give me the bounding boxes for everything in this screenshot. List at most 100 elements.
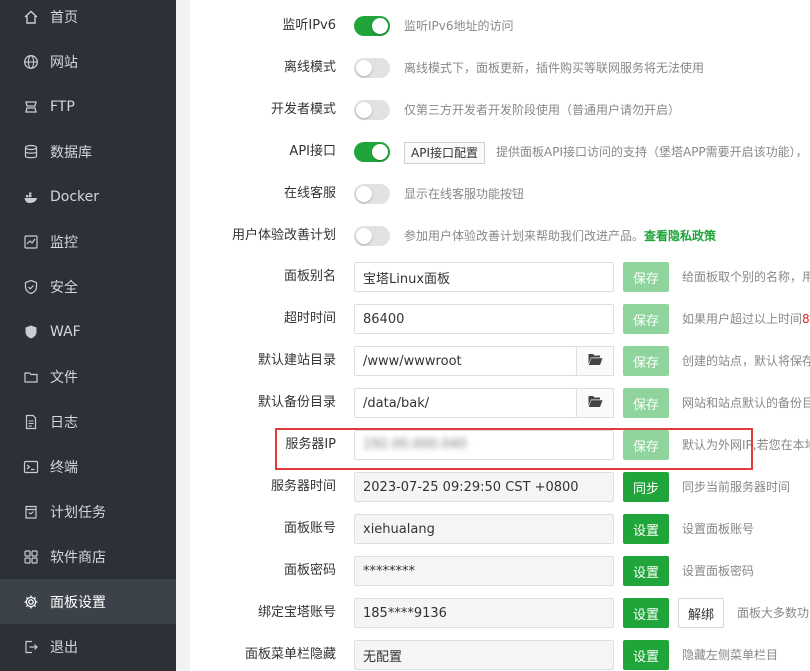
setting-row-api: API接口 API接口配置 提供面板API接口访问的支持（堡塔APP需要开启该功…: [190, 134, 810, 170]
setting-row-password: 面板密码 设置 设置面板密码: [190, 556, 810, 592]
developer-mode-toggle[interactable]: [354, 100, 390, 120]
panel-password-input[interactable]: [354, 556, 614, 586]
setting-label: 默认建站目录: [257, 353, 336, 368]
sidebar-item-label: 首页: [50, 9, 78, 26]
panel-alias-input[interactable]: [354, 262, 614, 292]
ux-plan-toggle[interactable]: [354, 226, 390, 246]
setting-label: 面板菜单栏隐藏: [244, 647, 336, 662]
setting-description: 同步当前服务器时间: [682, 480, 791, 494]
timeout-input[interactable]: [354, 304, 614, 334]
ftp-icon: [23, 99, 39, 115]
sidebar-item-database[interactable]: 数据库: [0, 129, 176, 174]
database-icon: [23, 144, 39, 160]
waf-shield-icon: [23, 324, 39, 340]
sidebar-item-label: Docker: [50, 188, 100, 205]
browse-backup-dir-button[interactable]: [576, 388, 614, 418]
sidebar-item-label: 数据库: [50, 144, 92, 161]
setting-description: 提供面板API接口访问的支持（堡塔APP需要开启该功能），: [496, 145, 808, 159]
terminal-icon: [23, 459, 39, 475]
sidebar-item-monitor[interactable]: 监控: [0, 219, 176, 264]
set-password-button[interactable]: 设置: [623, 556, 669, 586]
monitor-icon: [23, 234, 39, 250]
sidebar-item-docker[interactable]: Docker: [0, 174, 176, 219]
sidebar-item-app-store[interactable]: 软件商店: [0, 534, 176, 579]
set-menu-hide-button[interactable]: 设置: [623, 640, 669, 670]
menu-hide-input[interactable]: [354, 640, 614, 670]
clock-icon: [23, 504, 39, 520]
setting-label: API接口: [289, 144, 336, 159]
unbind-button[interactable]: 解绑: [678, 598, 724, 628]
offline-mode-toggle[interactable]: [354, 58, 390, 78]
setting-label: 监听IPv6: [282, 18, 336, 33]
sidebar-item-logout[interactable]: 退出: [0, 624, 176, 669]
setting-row-timeout: 超时时间 保存 如果用户超过以上时间8: [190, 304, 810, 340]
setting-label: 用户体验改善计划: [231, 228, 336, 243]
setting-description: 网站和站点默认的备份目: [682, 396, 810, 410]
sidebar-item-waf[interactable]: WAF: [0, 309, 176, 354]
docker-icon: [23, 189, 39, 205]
setting-description: 设置面板密码: [682, 564, 755, 578]
setting-label: 服务器IP: [285, 437, 336, 452]
sidebar-item-cron[interactable]: 计划任务: [0, 489, 176, 534]
set-bt-account-button[interactable]: 设置: [623, 598, 669, 628]
save-timeout-button[interactable]: 保存: [623, 304, 669, 334]
logout-icon: [23, 639, 39, 655]
setting-description: 显示在线客服功能按钮: [404, 187, 525, 201]
save-site-dir-button[interactable]: 保存: [623, 346, 669, 376]
setting-label: 面板别名: [283, 269, 336, 284]
api-config-button[interactable]: API接口配置: [404, 142, 485, 164]
sidebar-item-label: 日志: [50, 414, 78, 431]
setting-row-site-dir: 默认建站目录 保存 创建的站点，默认将保存: [190, 346, 810, 382]
server-ip-value: 192.00.000.040: [363, 437, 467, 452]
setting-row-developer: 开发者模式 仅第三方开发者开发阶段使用（普通用户请勿开启）: [190, 92, 810, 128]
sidebar-item-label: 终端: [50, 459, 78, 476]
sidebar-item-website[interactable]: 网站: [0, 39, 176, 84]
setting-description: 如果用户超过以上时间8: [682, 304, 810, 334]
setting-label: 离线模式: [283, 60, 336, 75]
bt-account-input[interactable]: [354, 598, 614, 628]
setting-description: 给面板取个别的名称，用: [682, 270, 810, 284]
sidebar-item-terminal[interactable]: 终端: [0, 444, 176, 489]
setting-label: 默认备份目录: [257, 395, 336, 410]
server-ip-input[interactable]: 192.00.000.040: [354, 430, 614, 460]
server-time-input[interactable]: [354, 472, 614, 502]
sidebar-item-label: 文件: [50, 369, 78, 386]
setting-description: 仅第三方开发者开发阶段使用（普通用户请勿开启）: [404, 103, 681, 117]
setting-label: 在线客服: [283, 186, 336, 201]
setting-row-bt-account: 绑定宝塔账号 设置 解绑 面板大多数功: [190, 598, 810, 634]
privacy-policy-link[interactable]: 查看隐私政策: [644, 229, 716, 243]
save-alias-button[interactable]: 保存: [623, 262, 669, 292]
sync-time-button[interactable]: 同步: [623, 472, 669, 502]
setting-label: 超时时间: [283, 311, 336, 326]
api-toggle[interactable]: [354, 142, 390, 162]
home-icon: [23, 9, 39, 25]
set-account-button[interactable]: 设置: [623, 514, 669, 544]
setting-row-server-ip: 服务器IP 192.00.000.040 保存 默认为外网IP,若您在本地: [190, 430, 810, 466]
site-dir-input[interactable]: [354, 346, 577, 376]
setting-row-menu-hide: 面板菜单栏隐藏 设置 隐藏左侧菜单栏目: [190, 640, 810, 671]
sidebar-item-panel-settings[interactable]: 面板设置: [0, 579, 176, 624]
sidebar-item-ftp[interactable]: FTP: [0, 84, 176, 129]
folder-icon: [23, 369, 39, 385]
sidebar-item-logs[interactable]: 日志: [0, 399, 176, 444]
ux-plan-description: 参加用户体验改善计划来帮助我们改进产品。: [404, 229, 645, 243]
setting-label: 绑定宝塔账号: [257, 605, 336, 620]
sidebar-item-files[interactable]: 文件: [0, 354, 176, 399]
panel-account-input[interactable]: [354, 514, 614, 544]
setting-description: 监听IPv6地址的访问: [404, 19, 514, 33]
sidebar-item-security[interactable]: 安全: [0, 264, 176, 309]
ipv6-toggle[interactable]: [354, 16, 390, 36]
setting-label: 面板密码: [283, 563, 336, 578]
save-backup-dir-button[interactable]: 保存: [623, 388, 669, 418]
folder-open-icon: [588, 395, 603, 412]
online-support-toggle[interactable]: [354, 184, 390, 204]
backup-dir-input[interactable]: [354, 388, 577, 418]
setting-description: 创建的站点，默认将保存: [682, 354, 810, 368]
setting-description: 面板大多数功: [737, 606, 810, 620]
setting-row-offline: 离线模式 离线模式下，面板更新，插件购买等联网服务将无法使用: [190, 50, 810, 86]
sidebar-item-home[interactable]: 首页: [0, 0, 176, 39]
sidebar-item-label: FTP: [50, 98, 75, 115]
browse-site-dir-button[interactable]: [576, 346, 614, 376]
sidebar-item-label: 监控: [50, 234, 78, 251]
save-server-ip-button[interactable]: 保存: [623, 430, 669, 460]
